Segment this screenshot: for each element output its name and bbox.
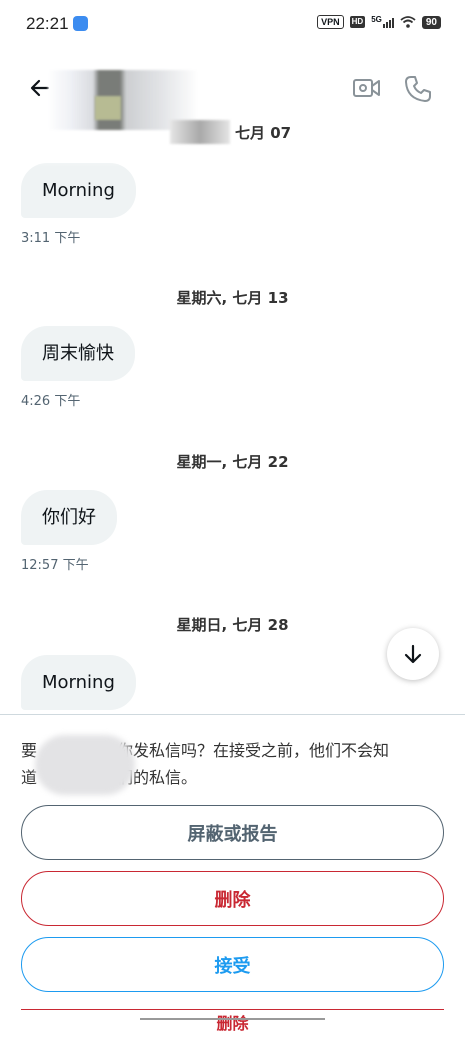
hd-badge: HD [349, 16, 366, 28]
arrow-down-icon [404, 644, 422, 664]
phone-icon[interactable] [403, 74, 433, 104]
date-separator: 星期一, 七月 22 [176, 453, 289, 471]
message-request-panel: 要 你发私信吗？在接受之前，他们不会知 道 们的私信。 屏蔽或报告 删除 接受 … [0, 714, 465, 1033]
signal-icon: 5G [371, 16, 394, 28]
delete-button[interactable]: 删除 [21, 871, 444, 926]
message-timestamp: 12:57 下午 [21, 558, 89, 573]
duplicate-delete-button-peek: 删除 [21, 1009, 444, 1040]
vpn-badge: VPN [317, 15, 344, 29]
status-indicators: VPN HD 5G 90 [317, 15, 441, 29]
message-bubble[interactable]: Morning [21, 163, 136, 218]
message-bubble[interactable]: 你们好 [21, 490, 117, 545]
status-time: 22:21 [26, 14, 69, 33]
date-separator: 星期日, 七月 28 [176, 616, 289, 634]
video-call-icon[interactable] [352, 75, 382, 101]
message-bubble[interactable]: 周末愉快 [21, 326, 135, 381]
scroll-to-bottom-button[interactable] [387, 628, 439, 680]
header-fade [20, 145, 140, 167]
block-or-report-button[interactable]: 屏蔽或报告 [21, 805, 444, 860]
wifi-icon [400, 16, 416, 28]
home-indicator [140, 1018, 325, 1020]
accept-button[interactable]: 接受 [21, 937, 444, 992]
blurred-username [35, 735, 135, 795]
app-notification-icon [73, 16, 88, 31]
status-bar: 22:21 VPN HD 5G 90 [0, 0, 465, 48]
message-timestamp: 3:11 下午 [21, 231, 81, 246]
conversation-header [0, 60, 465, 130]
message-timestamp: 4:26 下午 [21, 394, 81, 409]
blurred-user-name [95, 96, 121, 120]
blurred-date-prefix [170, 120, 230, 144]
battery-indicator: 90 [421, 15, 441, 29]
date-separator: 星期六, 七月 13 [176, 289, 289, 307]
date-separator: 七月 07 [235, 124, 292, 142]
message-bubble[interactable]: Morning [21, 655, 136, 710]
